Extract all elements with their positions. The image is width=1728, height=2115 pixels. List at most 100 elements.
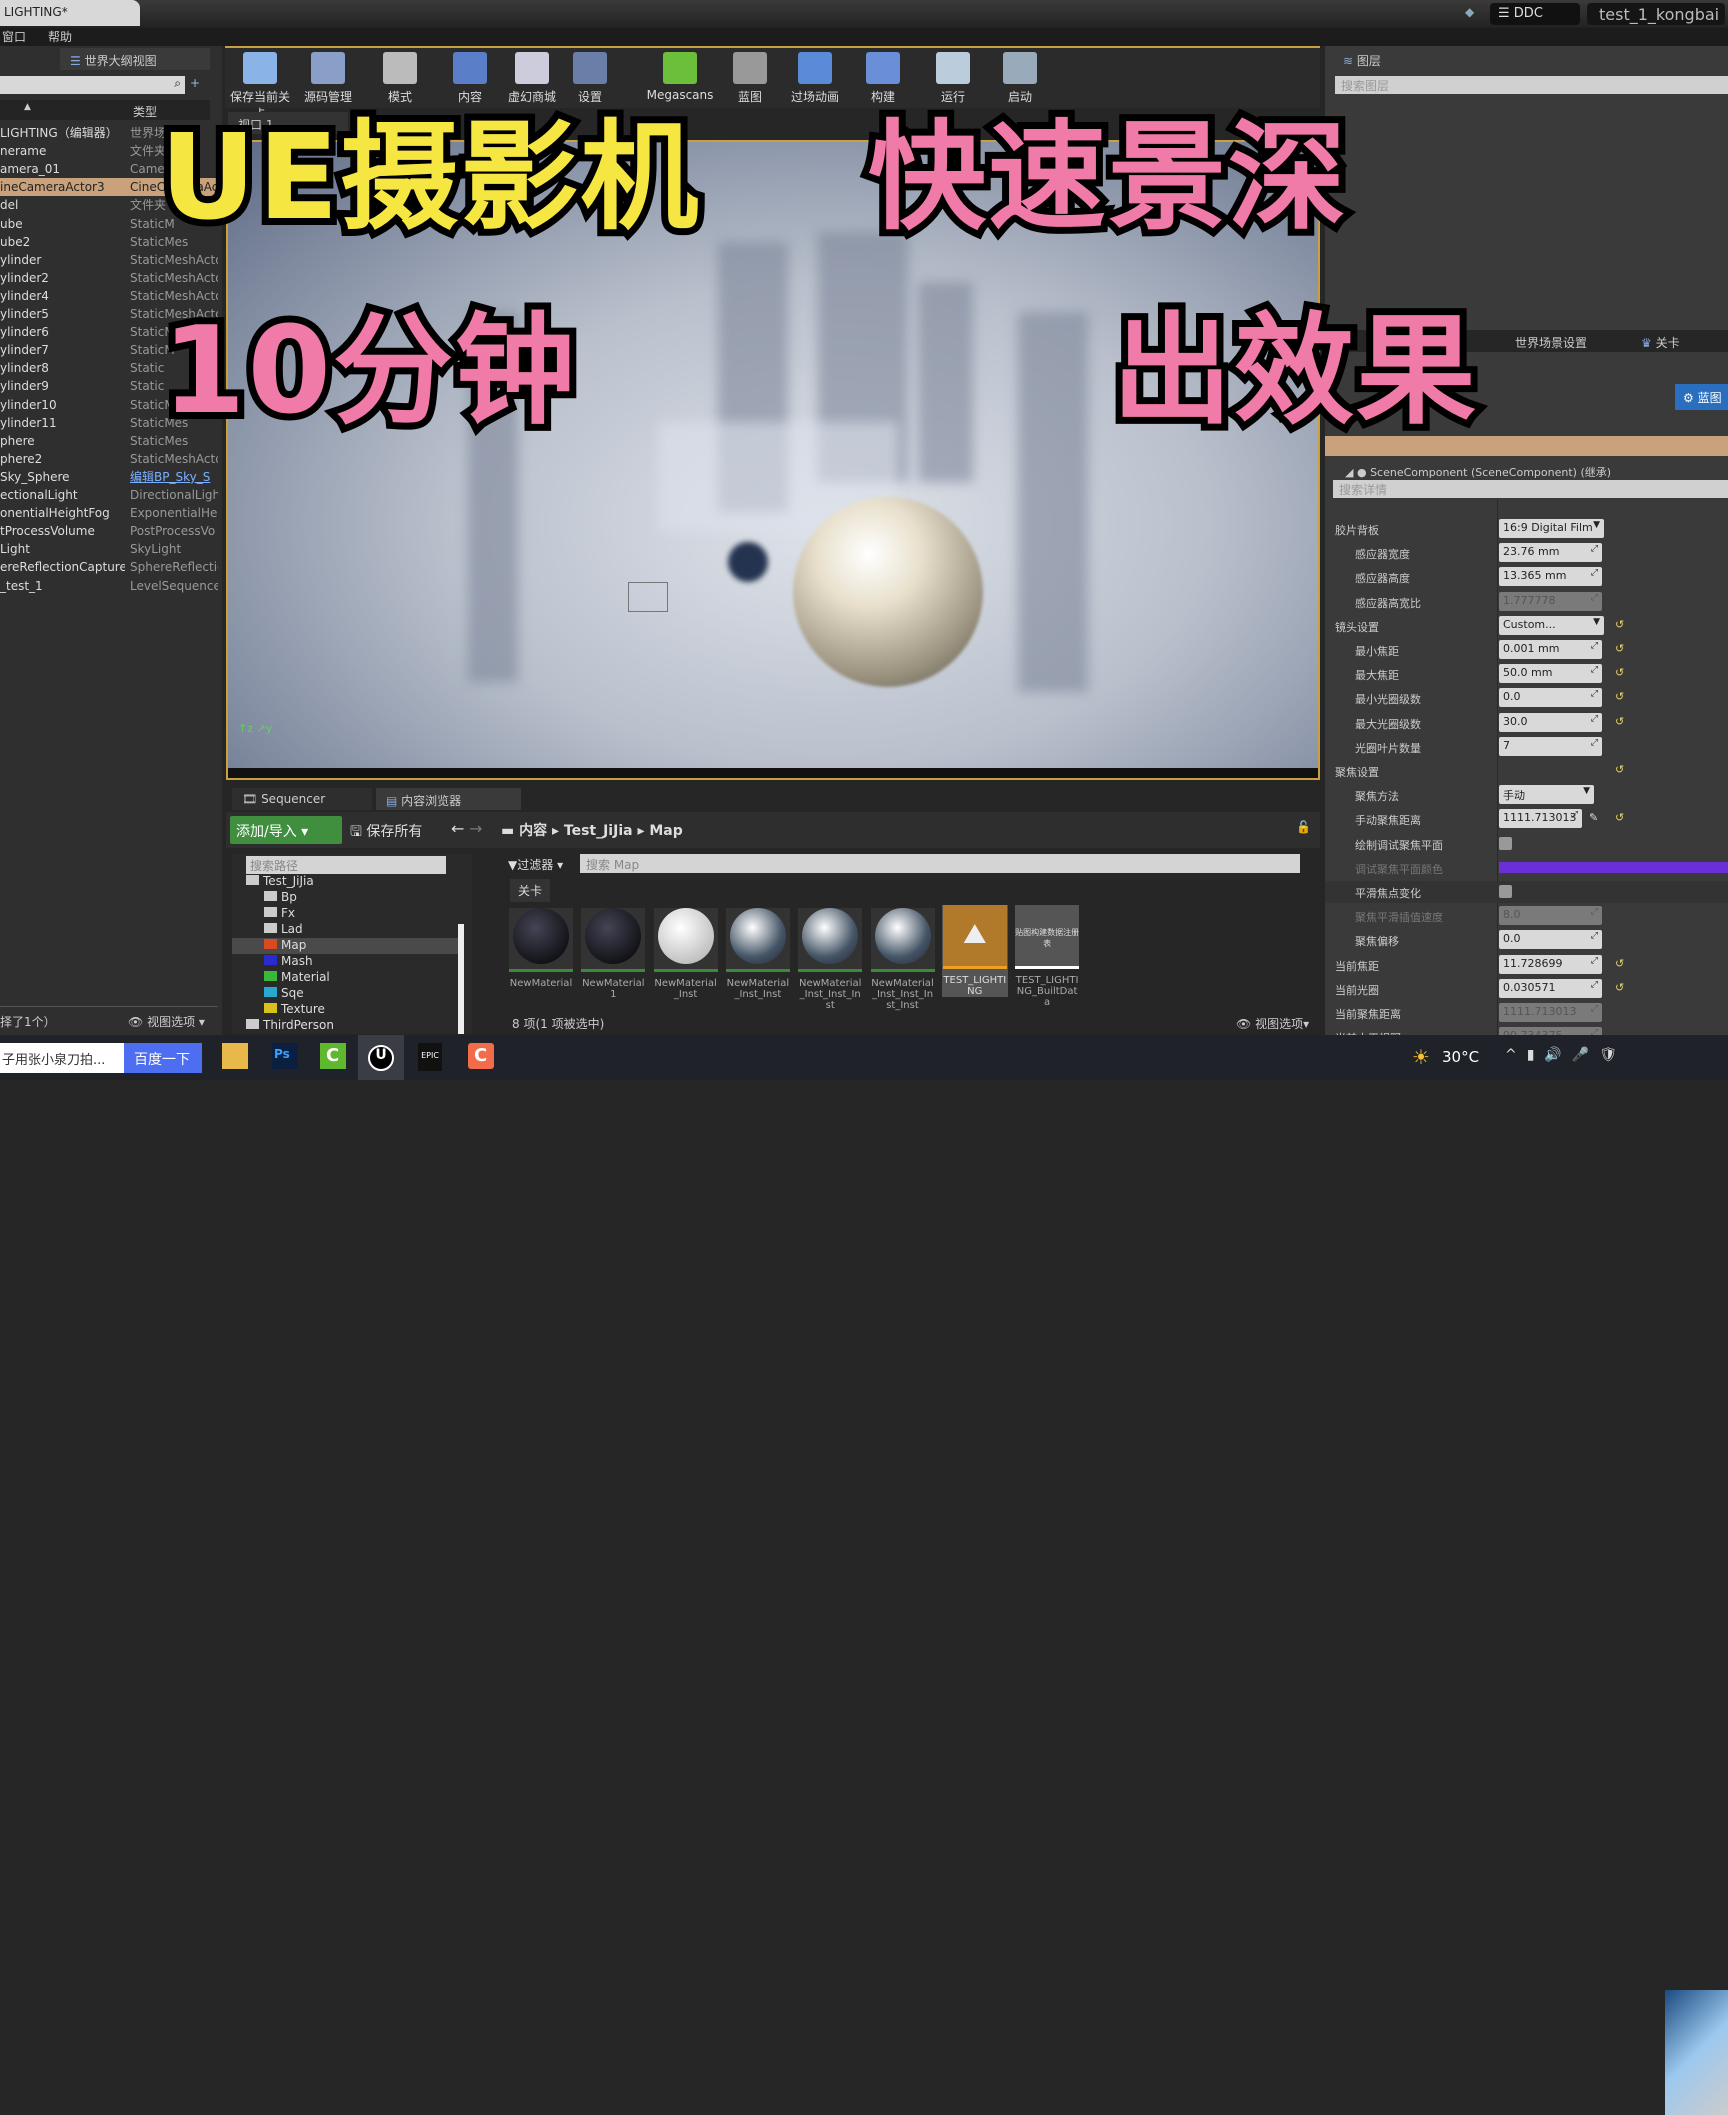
toolbar-button-2[interactable]: 模式 [365, 52, 435, 105]
lock-icon[interactable]: 🔓 [1296, 820, 1311, 834]
eyedropper-icon[interactable]: ✎ [1589, 811, 1598, 824]
reset-icon[interactable]: ↺ [1615, 981, 1624, 994]
sort-arrow-icon[interactable]: ▲ [24, 102, 31, 112]
property-value-field[interactable]: 1.777778 ⤢ [1499, 591, 1602, 611]
outliner-row[interactable]: ectionalLight DirectionalLigh [0, 486, 218, 504]
level-tab[interactable]: LIGHTING* [0, 0, 140, 26]
blueprint-button[interactable]: ⚙ 蓝图 [1675, 384, 1728, 410]
toolbar-button-6[interactable]: Megascans [645, 52, 715, 102]
property-value-field[interactable]: 1111.713013 ⤢ [1499, 1003, 1602, 1022]
asset-tile[interactable]: NewMaterial_Inst [653, 905, 719, 1000]
reset-icon[interactable]: ↺ [1615, 642, 1624, 655]
folder-item[interactable]: Lad [250, 922, 450, 938]
menu-help[interactable]: 帮助 [48, 30, 72, 44]
details-search-input[interactable]: 搜索详情 [1333, 480, 1728, 498]
property-dropdown[interactable]: 16:9 Digital Film ▼ [1499, 519, 1604, 538]
folder-item[interactable]: Texture [250, 1002, 450, 1018]
toolbar-button-1[interactable]: 源码管理 [293, 52, 363, 105]
view-options-button[interactable]: 👁 视图选项▾ [1236, 1015, 1309, 1032]
outliner-row[interactable]: Sky_Sphere 编辑BP_Sky_S [0, 468, 218, 486]
epic-games-icon[interactable]: EPIC [418, 1043, 442, 1071]
web-search-input[interactable]: 子用张小泉刀拍... [0, 1043, 124, 1073]
add-import-button[interactable]: 添加/导入 ▾ [230, 816, 342, 844]
property-value-field[interactable]: 30.0 ⤢ [1499, 712, 1602, 732]
reset-icon[interactable]: ↺ [1615, 811, 1624, 824]
outliner-row[interactable]: _test_1 LevelSequence [0, 577, 218, 595]
toolbar-button-5[interactable]: 设置 [555, 52, 625, 105]
folder-item[interactable]: Mash [250, 954, 450, 970]
graduation-cap-icon[interactable]: ◆ [1465, 5, 1474, 19]
back-arrow-icon[interactable]: ← [451, 819, 464, 838]
property-value-field[interactable]: 0.030571 ⤢ [1499, 978, 1602, 998]
tab-world-outliner[interactable]: ☰ 世界大纲视图 [60, 48, 210, 70]
weather-temp[interactable]: 30°C [1442, 1048, 1479, 1066]
property-value-field[interactable]: 50.0 mm ⤢ [1499, 664, 1602, 684]
reset-icon[interactable]: ↺ [1615, 666, 1624, 679]
breadcrumb-map[interactable]: Map [649, 823, 682, 839]
toolbar-button-8[interactable]: 过场动画 [780, 52, 850, 105]
tab-content-browser[interactable]: ▤ 内容浏览器 [376, 788, 521, 810]
asset-tile[interactable]: ⛰ TEST_LIGHTING [941, 905, 1008, 997]
outliner-row[interactable]: ylinder2 StaticMeshActo [0, 269, 218, 287]
tab-sequencer[interactable]: 🎞 Sequencer [232, 788, 372, 810]
outliner-row[interactable]: ereReflectionCapture SphereReflectio [0, 558, 218, 576]
save-all-button[interactable]: 🖫 保存所有 [350, 821, 422, 845]
toolbar-button-10[interactable]: 运行 [918, 52, 988, 105]
baidu-search-button[interactable]: 百度一下 [124, 1043, 202, 1073]
reset-icon[interactable]: ↺ [1615, 957, 1624, 970]
photoshop-icon[interactable]: Ps [272, 1043, 298, 1069]
property-value-field[interactable]: 8.0 ⤢ [1499, 906, 1602, 926]
tab-layers[interactable]: ≋ 图层 [1333, 48, 1483, 70]
outliner-row[interactable]: onentialHeightFog ExponentialHei [0, 504, 218, 522]
filter-button[interactable]: ▼过滤器 ▾ [508, 856, 563, 873]
toolbar-button-3[interactable]: 内容 [435, 52, 505, 105]
unreal-taskbar-button[interactable]: U [358, 1035, 404, 1080]
folder-item[interactable]: Fx [250, 906, 450, 922]
folder-item[interactable]: Material [250, 970, 450, 986]
property-value-field[interactable]: 23.76 mm ⤢ [1499, 543, 1602, 563]
add-actor-icon[interactable]: + [190, 76, 200, 90]
scrollbar[interactable] [458, 924, 464, 1034]
outliner-search-input[interactable]: ⌕ [0, 76, 185, 94]
asset-search-input[interactable]: 搜索 Map [580, 854, 1300, 873]
folder-item[interactable]: Sqe [250, 986, 450, 1002]
folder-item[interactable]: ThirdPerson [232, 1018, 432, 1034]
asset-tile[interactable]: NewMaterial_Inst_Inst_Inst [797, 905, 863, 1011]
reset-icon[interactable]: ↺ [1615, 618, 1624, 631]
property-checkbox[interactable] [1499, 836, 1512, 850]
file-explorer-icon[interactable] [222, 1043, 248, 1069]
reset-icon[interactable]: ↺ [1615, 763, 1624, 776]
ddc-button[interactable]: ☰ DDC [1490, 3, 1580, 25]
folder-item[interactable]: Test_JiJia [232, 874, 432, 890]
forward-arrow-icon[interactable]: → [469, 819, 482, 838]
property-checkbox[interactable] [1499, 885, 1512, 898]
property-value-field[interactable]: 0.0 ⤢ [1499, 930, 1602, 950]
reset-icon[interactable]: ↺ [1615, 715, 1624, 728]
outliner-row[interactable]: ylinder StaticMeshActo [0, 251, 218, 269]
property-value-field[interactable]: 11.728699 ⤢ [1499, 954, 1602, 974]
toolbar-button-7[interactable]: 蓝图 [715, 52, 785, 105]
tab-level[interactable]: ♛ 关卡 [1641, 334, 1680, 351]
menu-window[interactable]: 窗口 [2, 30, 26, 44]
property-dropdown[interactable]: Custom... ▼ [1499, 615, 1604, 635]
asset-tile[interactable]: NewMaterial1 [580, 905, 646, 1000]
property-value-field[interactable]: 13.365 mm ⤢ [1499, 567, 1602, 587]
asset-tile[interactable]: 贴图构建数据注册表 TEST_LIGHTING_BuiltData [1014, 905, 1080, 1008]
property-value-field[interactable]: 0.001 mm ⤢ [1499, 640, 1602, 659]
view-options-button[interactable]: 👁 视图选项 ▾ [128, 1013, 205, 1030]
scene-component-row[interactable]: ◢ ● SceneComponent (SceneComponent) (继承) [1345, 464, 1611, 480]
path-search-input[interactable]: 搜索路径 [246, 856, 446, 874]
asset-tile[interactable]: NewMaterial_Inst_Inst [725, 905, 791, 1000]
outliner-row[interactable]: tProcessVolume PostProcessVo [0, 522, 218, 540]
system-tray-icons[interactable]: ^▮🔊🎤🛡 [1505, 1047, 1627, 1063]
type-column-header[interactable]: 类型 [133, 103, 157, 120]
camtasia-icon[interactable]: C [320, 1043, 346, 1069]
property-value-field[interactable]: 0.0 ⤢ [1499, 688, 1602, 708]
breadcrumb-test-jijia[interactable]: Test_JiJia [564, 823, 633, 839]
layers-search-input[interactable]: 搜索图层 [1335, 76, 1728, 94]
camtasia-recorder-icon[interactable]: C [468, 1043, 494, 1069]
property-dropdown[interactable]: 手动 ▼ [1499, 785, 1594, 805]
reset-icon[interactable]: ↺ [1615, 690, 1624, 703]
property-value-field[interactable]: 7 ⤢ [1499, 736, 1602, 756]
color-swatch[interactable] [1499, 861, 1728, 873]
